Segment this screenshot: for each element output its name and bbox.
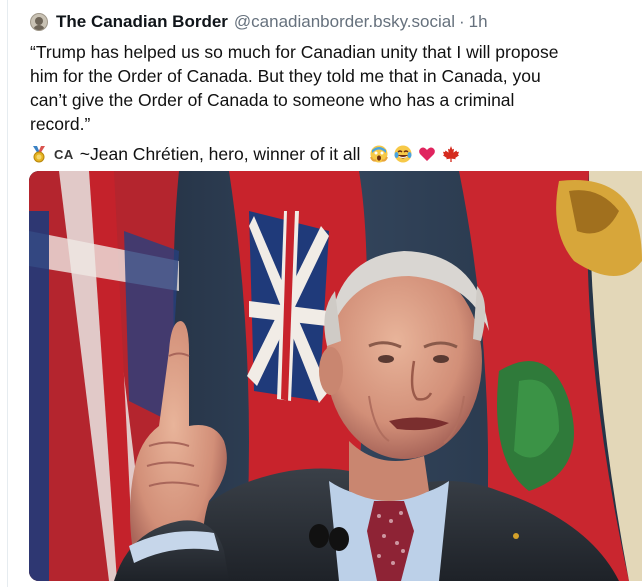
post-header: The Canadian Border @canadianborder.bsky… <box>30 8 488 36</box>
post-signature: CA ~Jean Chrétien, hero, winner of it al… <box>30 141 466 167</box>
reaction-emojis <box>370 145 466 163</box>
post-text-line: “Trump has helped us so much for Canadia… <box>30 42 559 62</box>
post-text-line: record.” <box>30 114 91 134</box>
author-avatar[interactable] <box>30 13 48 31</box>
red-heart-icon <box>418 145 436 163</box>
post-timestamp[interactable]: 1h <box>469 12 488 32</box>
header-separator: · <box>459 12 465 31</box>
post-text: “Trump has helped us so much for Canadia… <box>30 40 640 136</box>
author-handle[interactable]: @canadianborder.bsky.social <box>234 12 455 32</box>
medal-icon <box>30 145 48 163</box>
post-text-line: him for the Order of Canada. But they to… <box>30 66 541 86</box>
signature-text: ~Jean Chrétien, hero, winner of it all <box>79 143 361 164</box>
post-text-line: can’t give the Order of Canada to someon… <box>30 90 515 110</box>
social-post: The Canadian Border @canadianborder.bsky… <box>0 0 642 587</box>
thread-divider <box>7 0 8 587</box>
post-image[interactable] <box>29 171 642 581</box>
scream-emoji-icon <box>370 145 389 163</box>
author-name[interactable]: The Canadian Border <box>56 12 228 32</box>
country-code: CA <box>54 146 74 162</box>
maple-leaf-icon <box>442 145 460 163</box>
laughing-tears-emoji-icon <box>394 145 412 163</box>
